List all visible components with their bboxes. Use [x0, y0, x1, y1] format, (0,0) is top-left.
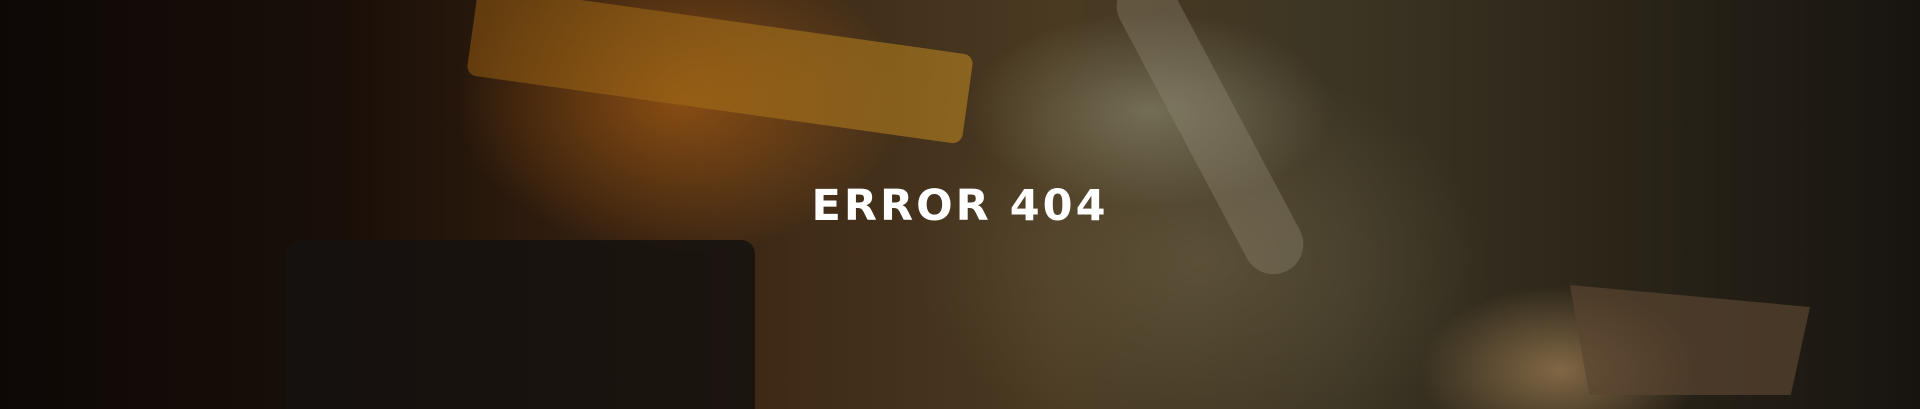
- error-hero-banner: ERROR 404: [0, 0, 1920, 409]
- excavator-arm-image: [466, 0, 974, 145]
- dumper-truck-image: [1570, 285, 1810, 395]
- tunnel-ventilation-pipe-image: [1106, 0, 1314, 285]
- page-title: ERROR 404: [811, 181, 1109, 231]
- excavator-image: [285, 240, 755, 409]
